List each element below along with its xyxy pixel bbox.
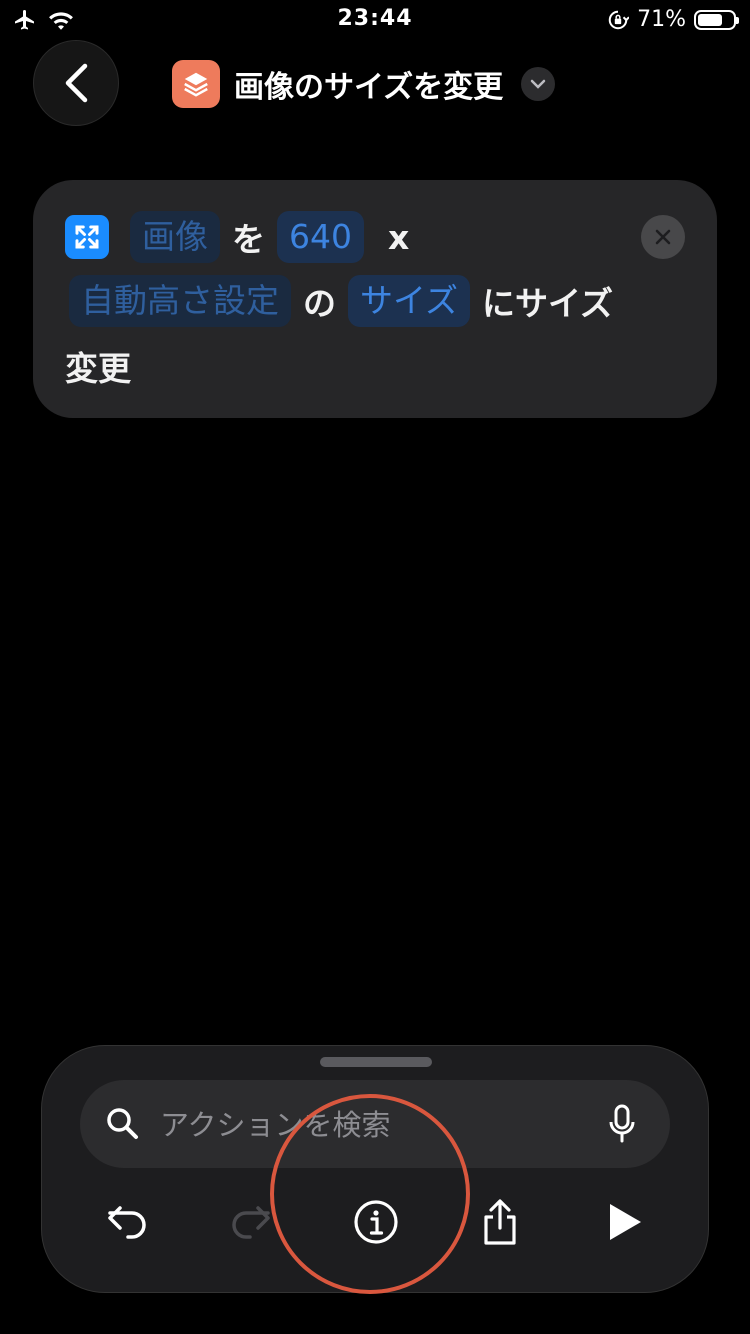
action-suffix: にサイズ — [482, 284, 614, 323]
redo-icon — [232, 1206, 270, 1239]
times-sign: x — [388, 217, 410, 257]
play-icon — [610, 1204, 641, 1240]
height-auto-token[interactable]: 自動高さ設定 — [69, 275, 291, 327]
action-panel — [41, 1045, 709, 1293]
info-button[interactable] — [336, 1182, 416, 1262]
remove-action-button[interactable] — [641, 215, 685, 259]
run-button[interactable] — [584, 1182, 664, 1262]
size-mode-token[interactable]: サイズ — [348, 275, 471, 327]
width-value-token[interactable]: 640 — [277, 211, 364, 263]
share-icon — [484, 1199, 516, 1245]
orientation-lock-icon — [608, 10, 630, 29]
undo-icon — [108, 1206, 146, 1239]
shortcut-title-menu[interactable]: 画像のサイズを変更 — [172, 60, 556, 108]
undo-button[interactable] — [88, 1182, 168, 1262]
battery-icon — [694, 9, 739, 30]
chevron-down-icon[interactable] — [521, 67, 556, 101]
panel-grabber[interactable] — [320, 1057, 432, 1067]
share-button[interactable] — [460, 1182, 540, 1262]
info-icon — [354, 1200, 398, 1244]
redo-button[interactable] — [210, 1182, 290, 1262]
layers-icon — [172, 60, 220, 108]
resize-icon — [65, 215, 109, 259]
microphone-icon[interactable] — [608, 1104, 636, 1144]
back-button[interactable] — [33, 40, 119, 126]
particle-no: の — [303, 284, 336, 323]
particle-wo: を — [232, 220, 265, 259]
close-icon — [655, 229, 671, 245]
back-chevron-icon — [65, 63, 88, 103]
search-input[interactable] — [158, 1080, 582, 1170]
search-bar[interactable] — [80, 1080, 670, 1170]
action-suffix-line2: 変更 — [65, 349, 131, 388]
search-icon — [107, 1108, 138, 1139]
status-bar: 23:44 71% — [0, 0, 750, 42]
image-variable-token[interactable]: 画像 — [130, 211, 220, 263]
page-title: 画像のサイズを変更 — [234, 70, 504, 105]
resize-image-action[interactable]: 画像 を 640 x 自動高さ設定 の サイズ にサイズ 変更 — [33, 180, 717, 418]
battery-percent: 71% — [637, 7, 686, 32]
